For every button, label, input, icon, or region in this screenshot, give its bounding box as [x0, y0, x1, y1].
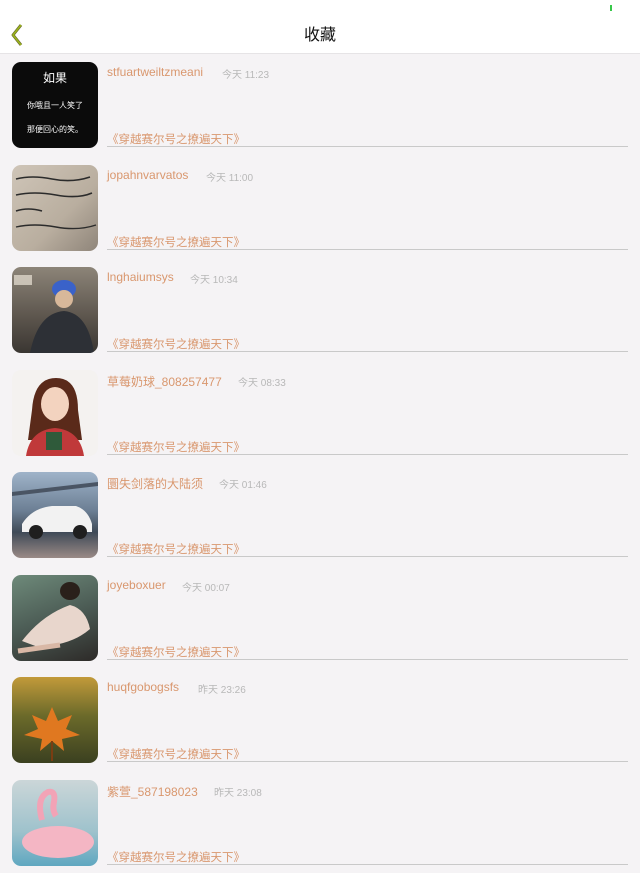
avatar-quote-line: 如果 [43, 70, 67, 85]
divider [107, 454, 628, 455]
book-title-link[interactable]: 《穿越赛尔号之撩遍天下》 [107, 439, 245, 455]
book-title-link[interactable]: 《穿越赛尔号之撩遍天下》 [107, 131, 245, 147]
favorites-list: 如果 你哦且一人笑了 那便回心的笑。 stfuartweiltzmeani 今天… [0, 53, 640, 873]
username[interactable]: lnghaiumsys [107, 270, 174, 284]
handwriting-avatar[interactable] [12, 165, 98, 251]
divider [107, 556, 628, 557]
list-item[interactable]: joyeboxuer 今天 00:07 《穿越赛尔号之撩遍天下》 [0, 566, 640, 669]
book-title-link[interactable]: 《穿越赛尔号之撩遍天下》 [107, 336, 245, 352]
list-item[interactable]: lnghaiumsys 今天 10:34 《穿越赛尔号之撩遍天下》 [0, 258, 640, 361]
list-item[interactable]: jopahnvarvatos 今天 11:00 《穿越赛尔号之撩遍天下》 [0, 156, 640, 259]
username[interactable]: 草莓奶球_808257477 [107, 373, 222, 390]
username[interactable]: stfuartweiltzmeani [107, 65, 203, 79]
avatar-quote-line: 你哦且一人笑了 [27, 100, 83, 110]
book-title-link[interactable]: 《穿越赛尔号之撩遍天下》 [107, 746, 245, 762]
timestamp: 今天 10:34 [190, 271, 238, 286]
divider [107, 146, 628, 147]
timestamp: 今天 11:00 [206, 169, 253, 184]
person-blue-cap-avatar[interactable] [12, 267, 98, 353]
timestamp: 昨天 23:08 [214, 784, 262, 799]
book-title-link[interactable]: 《穿越赛尔号之撩遍天下》 [107, 849, 245, 865]
avatar-quote-line: 那便回心的笑。 [27, 124, 83, 134]
book-title-link[interactable]: 《穿越赛尔号之撩遍天下》 [107, 644, 245, 660]
divider [107, 351, 628, 352]
timestamp: 今天 01:46 [219, 476, 267, 491]
divider [107, 249, 628, 250]
username[interactable]: 紫萱_587198023 [107, 783, 198, 800]
timestamp: 今天 00:07 [182, 579, 230, 594]
list-item[interactable]: 如果 你哦且一人笑了 那便回心的笑。 stfuartweiltzmeani 今天… [0, 53, 640, 156]
username[interactable]: joyeboxuer [107, 578, 166, 592]
list-item[interactable]: huqfgobogsfs 昨天 23:26 《穿越赛尔号之撩遍天下》 [0, 668, 640, 771]
timestamp: 今天 11:23 [222, 66, 269, 81]
book-title-link[interactable]: 《穿越赛尔号之撩遍天下》 [107, 234, 245, 250]
maple-leaf-avatar[interactable] [12, 677, 98, 763]
timestamp: 今天 08:33 [238, 374, 286, 389]
anime-girl-avatar[interactable] [12, 370, 98, 456]
text-quote-avatar[interactable]: 如果 你哦且一人笑了 那便回心的笑。 [12, 62, 98, 148]
list-item[interactable]: 紫萱_587198023 昨天 23:08 《穿越赛尔号之撩遍天下》 [0, 771, 640, 873]
username[interactable]: huqfgobogsfs [107, 680, 179, 694]
book-title-link[interactable]: 《穿越赛尔号之撩遍天下》 [107, 541, 245, 557]
username[interactable]: 圜失剑落的大陆须 [107, 475, 203, 492]
page-title: 收藏 [0, 16, 640, 53]
divider [107, 659, 628, 660]
divider [107, 761, 628, 762]
status-bar [0, 0, 640, 16]
white-car-avatar[interactable] [12, 472, 98, 558]
list-item[interactable]: 圜失剑落的大陆须 今天 01:46 《穿越赛尔号之撩遍天下》 [0, 463, 640, 566]
username[interactable]: jopahnvarvatos [107, 168, 188, 182]
nav-bar: 收藏 [0, 16, 640, 54]
list-item[interactable]: 草莓奶球_808257477 今天 08:33 《穿越赛尔号之撩遍天下》 [0, 361, 640, 464]
battery-icon [610, 5, 612, 11]
timestamp: 昨天 23:26 [198, 681, 246, 696]
divider [107, 864, 628, 865]
lounging-woman-avatar[interactable] [12, 575, 98, 661]
